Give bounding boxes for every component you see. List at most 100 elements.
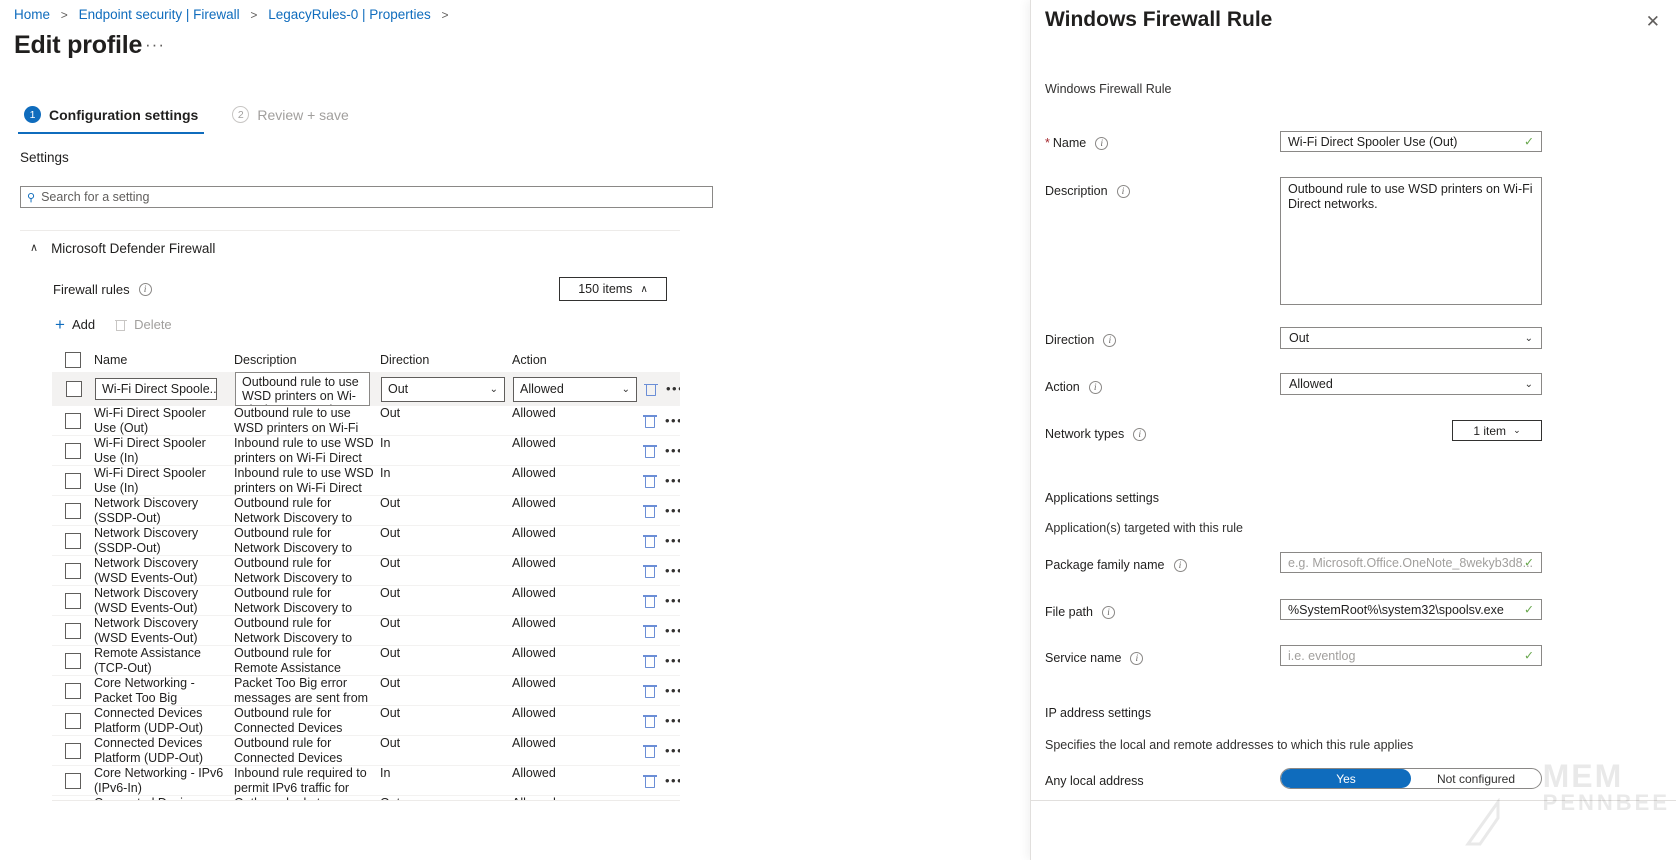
page-more-icon[interactable]: ··· <box>145 36 165 53</box>
breadcrumb-item-endpoint-security[interactable]: Endpoint security | Firewall <box>79 7 240 22</box>
rule-name-input[interactable]: Wi-Fi Direct Spoole... <box>95 378 217 400</box>
delete-row-icon[interactable] <box>643 444 657 458</box>
info-icon[interactable]: i <box>1101 605 1115 619</box>
row-checkbox[interactable] <box>65 412 81 429</box>
more-options-icon[interactable]: ••• <box>666 382 680 395</box>
info-icon[interactable]: i <box>1095 136 1109 150</box>
table-row[interactable]: Wi-Fi Direct Spooler Use (Out) Outbound r… <box>52 406 680 436</box>
cell-name: Wi-Fi Direct Spooler Use (In) <box>94 436 206 465</box>
delete-row-icon[interactable] <box>643 504 657 518</box>
table-row[interactable]: Network Discovery (WSD Events-Out) Outbou… <box>52 616 680 646</box>
row-checkbox[interactable] <box>65 502 81 519</box>
info-icon[interactable]: i <box>1130 651 1144 665</box>
table-row[interactable]: Remote Assistance (TCP-Out) Outbound rule… <box>52 646 680 676</box>
table-row[interactable]: Core Networking - IPv6 (IPv6-In) Inbound … <box>52 766 680 796</box>
info-icon[interactable]: i <box>1088 380 1102 394</box>
info-icon[interactable]: i <box>1173 558 1187 572</box>
more-options-icon[interactable]: ••• <box>665 534 680 547</box>
delete-row-icon[interactable] <box>644 382 658 396</box>
table-row[interactable]: Connected Devices Platform (UDP-Out) Outb… <box>52 706 680 736</box>
delete-row-icon[interactable] <box>643 774 657 788</box>
network-types-button[interactable]: 1 item ⌄ <box>1452 420 1542 441</box>
info-icon[interactable]: i <box>1133 427 1147 441</box>
more-options-icon[interactable]: ••• <box>665 684 680 697</box>
close-icon[interactable]: ✕ <box>1646 13 1660 30</box>
info-icon[interactable]: i <box>1116 184 1130 198</box>
any-local-address-toggle[interactable]: Yes Not configured <box>1280 768 1542 789</box>
direction-dropdown[interactable]: Out ⌄ <box>1280 327 1542 349</box>
more-options-icon[interactable]: ••• <box>665 564 680 577</box>
breadcrumb-item-home[interactable]: Home <box>14 7 50 22</box>
row-checkbox[interactable] <box>65 562 81 579</box>
rule-action-select[interactable]: Allowed ⌄ <box>513 376 637 402</box>
table-row[interactable]: Network Discovery (SSDP-Out) Outbound rul… <box>52 496 680 526</box>
delete-row-icon[interactable] <box>643 564 657 578</box>
row-checkbox[interactable] <box>65 652 81 669</box>
delete-row-icon[interactable] <box>643 624 657 638</box>
more-options-icon[interactable]: ••• <box>665 714 680 727</box>
section-microsoft-defender-firewall[interactable]: ∧ Microsoft Defender Firewall <box>30 241 215 256</box>
service-name-input[interactable]: i.e. eventlog ✓ <box>1280 645 1542 666</box>
more-options-icon[interactable]: ••• <box>665 774 680 787</box>
search-input[interactable]: ⚲ Search for a setting <box>20 186 713 208</box>
delete-row-icon[interactable] <box>643 414 657 428</box>
rule-direction-select[interactable]: Out ⌄ <box>381 376 505 402</box>
delete-row-icon[interactable] <box>643 474 657 488</box>
toggle-option-yes[interactable]: Yes <box>1281 769 1411 788</box>
more-options-icon[interactable]: ••• <box>665 594 680 607</box>
rule-description-input[interactable]: Outbound rule to use WSD printers on Wi-… <box>235 372 370 406</box>
row-checkbox[interactable] <box>66 381 82 397</box>
items-count-button[interactable]: 150 items ∧ <box>559 277 667 301</box>
service-name-placeholder: i.e. eventlog <box>1288 648 1356 663</box>
table-row[interactable]: Network Discovery (WSD Events-Out) Outbou… <box>52 556 680 586</box>
description-textarea[interactable]: Outbound rule to use WSD printers on Wi-… <box>1280 177 1542 305</box>
row-checkbox[interactable] <box>65 742 81 759</box>
row-checkbox[interactable] <box>65 592 81 609</box>
info-icon[interactable]: i <box>138 283 152 296</box>
file-path-input[interactable]: %SystemRoot%\system32\spoolsv.exe ✓ <box>1280 599 1542 620</box>
delete-rule-button[interactable]: Delete <box>114 317 172 332</box>
more-options-icon[interactable]: ••• <box>665 444 680 457</box>
more-options-icon[interactable]: ••• <box>665 504 680 517</box>
info-icon[interactable]: i <box>1103 333 1117 347</box>
more-options-icon[interactable]: ••• <box>665 624 680 637</box>
tab-configuration-settings[interactable]: 1 Configuration settings <box>18 106 205 134</box>
delete-row-icon[interactable] <box>643 684 657 698</box>
package-family-name-input[interactable]: e.g. Microsoft.Office.OneNote_8wekyb3d8.… <box>1280 552 1542 573</box>
delete-row-icon[interactable] <box>643 534 657 548</box>
add-rule-button[interactable]: + Add <box>55 316 95 333</box>
delete-row-icon[interactable] <box>643 744 657 758</box>
row-checkbox[interactable] <box>65 442 81 459</box>
more-options-icon[interactable]: ••• <box>665 744 680 757</box>
delete-row-icon[interactable] <box>643 654 657 668</box>
cell-action: Allowed <box>512 466 556 480</box>
more-options-icon[interactable]: ••• <box>665 414 680 427</box>
delete-row-icon[interactable] <box>643 594 657 608</box>
table-row[interactable]: Network Discovery (SSDP-Out) Outbound rul… <box>52 526 680 556</box>
field-network-types: Network types i <box>1045 424 1277 441</box>
tab-review-save[interactable]: 2 Review + save <box>226 106 354 132</box>
row-checkbox[interactable] <box>65 712 81 729</box>
table-row[interactable]: Wi-Fi Direct Spooler Use (In) Inbound rul… <box>52 436 680 466</box>
toggle-option-not-configured[interactable]: Not configured <box>1411 769 1541 788</box>
table-row-editing[interactable]: Wi-Fi Direct Spoole... Outbound rule to … <box>52 372 680 406</box>
select-all-checkbox[interactable] <box>65 352 81 368</box>
table-row[interactable]: Wi-Fi Direct Spooler Use (In) Inbound rul… <box>52 466 680 496</box>
row-checkbox[interactable] <box>65 772 81 789</box>
table-row[interactable]: Core Networking - Packet Too Big (ICMPv6… <box>52 676 680 706</box>
row-checkbox[interactable] <box>65 472 81 489</box>
row-select-cell <box>52 562 94 579</box>
name-input[interactable]: Wi-Fi Direct Spooler Use (Out) ✓ <box>1280 131 1542 152</box>
row-checkbox[interactable] <box>65 682 81 699</box>
breadcrumb-item-legacyrules[interactable]: LegacyRules-0 | Properties <box>268 7 431 22</box>
more-options-icon[interactable]: ••• <box>665 654 680 667</box>
table-row[interactable]: Network Discovery (WSD Events-Out) Outbou… <box>52 586 680 616</box>
row-checkbox[interactable] <box>65 532 81 549</box>
delete-row-icon[interactable] <box>643 714 657 728</box>
action-value: Allowed <box>520 382 564 396</box>
row-checkbox[interactable] <box>65 622 81 639</box>
table-row[interactable]: Connected Devices Platform (UDP-Out) Outb… <box>52 736 680 766</box>
more-options-icon[interactable]: ••• <box>665 474 680 487</box>
action-dropdown[interactable]: Allowed ⌄ <box>1280 373 1542 395</box>
column-header-action: Action <box>512 353 547 367</box>
